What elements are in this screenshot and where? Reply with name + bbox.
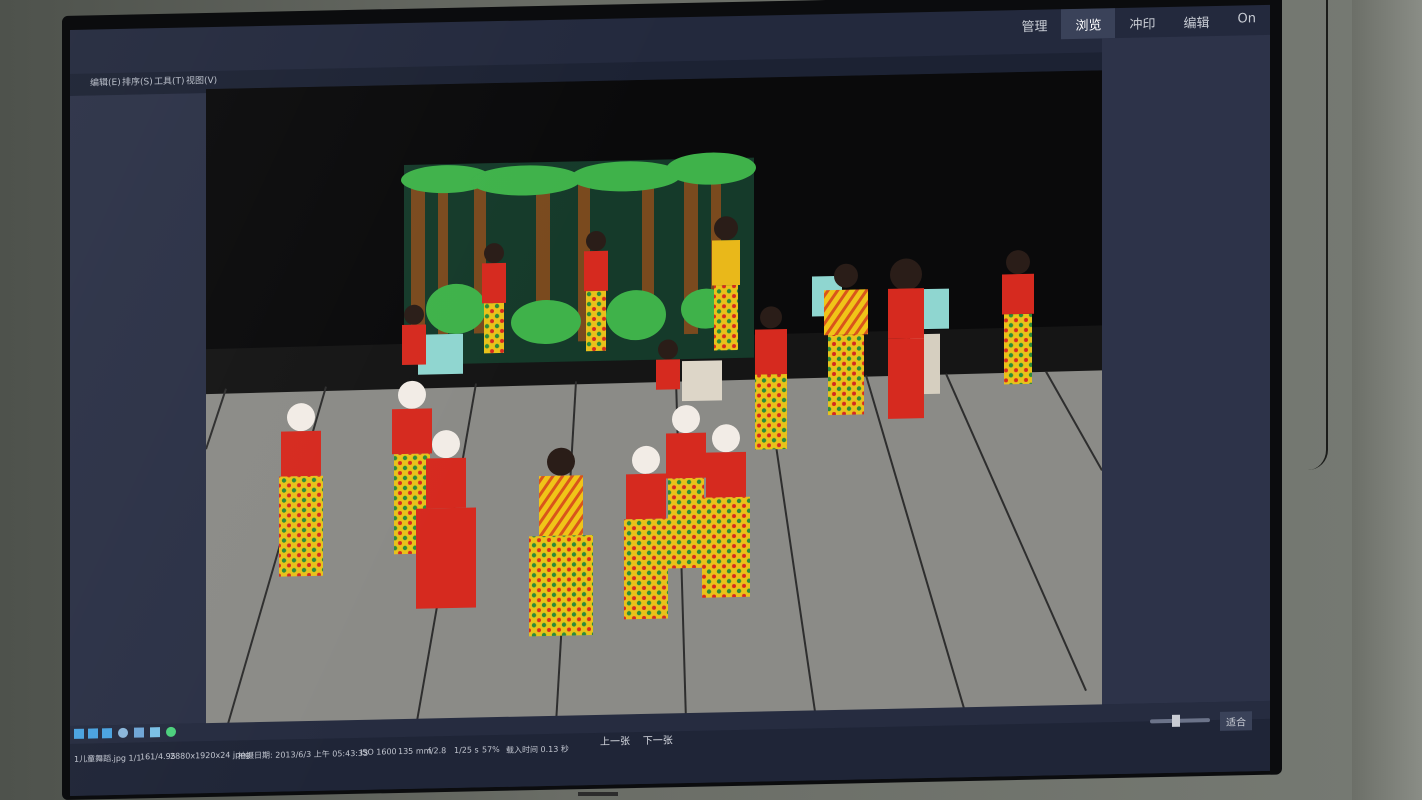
- crop-icon[interactable]: [150, 727, 160, 738]
- module-print[interactable]: 冲印: [1115, 7, 1169, 38]
- module-browse[interactable]: 浏览: [1061, 8, 1116, 40]
- right-panel: [1102, 34, 1270, 705]
- info-shutter: 1/25 s: [454, 745, 479, 755]
- fit-button[interactable]: 适合: [1220, 711, 1252, 731]
- compare-icon[interactable]: [102, 728, 112, 739]
- info-focal: 135 mm: [398, 746, 432, 757]
- stage-photo: [206, 70, 1102, 732]
- menu-view[interactable]: 视图(V): [186, 73, 217, 87]
- module-online[interactable]: On: [1224, 5, 1270, 36]
- info-load-time: 载入时间 0.13 秒: [506, 744, 569, 755]
- info-zoom: 57%: [482, 744, 500, 755]
- monitor-screen: 管理 浏览 冲印 编辑 On 编辑(E) 排序(S) 工具(T) 视图(V) 1…: [70, 4, 1270, 796]
- zoom-slider-handle[interactable]: [1172, 714, 1180, 727]
- menu-tools[interactable]: 工具(T): [154, 74, 185, 88]
- next-button[interactable]: 下一张: [643, 735, 673, 747]
- module-manage[interactable]: 管理: [1007, 9, 1061, 40]
- info-file: 1儿童舞蹈.jpg 1/1: [74, 753, 142, 764]
- rotate-icon[interactable]: [134, 727, 144, 738]
- photo-viewer[interactable]: [206, 70, 1102, 732]
- menu-edit[interactable]: 编辑(E): [90, 75, 121, 89]
- module-edit[interactable]: 编辑: [1170, 6, 1224, 37]
- prev-button[interactable]: 上一张: [600, 736, 630, 748]
- wall-door-frame: [1352, 0, 1422, 800]
- left-panel: [70, 93, 206, 727]
- menu-sort[interactable]: 排序(S): [122, 74, 153, 88]
- single-view-icon[interactable]: [88, 728, 98, 739]
- monitor-cable: [1296, 0, 1328, 470]
- photo-navigation: 上一张 下一张: [600, 731, 673, 748]
- info-iso: ISO 1600: [360, 747, 397, 757]
- monitor-logo: [578, 792, 618, 796]
- info-aperture: f/2.8: [428, 746, 447, 756]
- grid-icon[interactable]: [74, 728, 84, 739]
